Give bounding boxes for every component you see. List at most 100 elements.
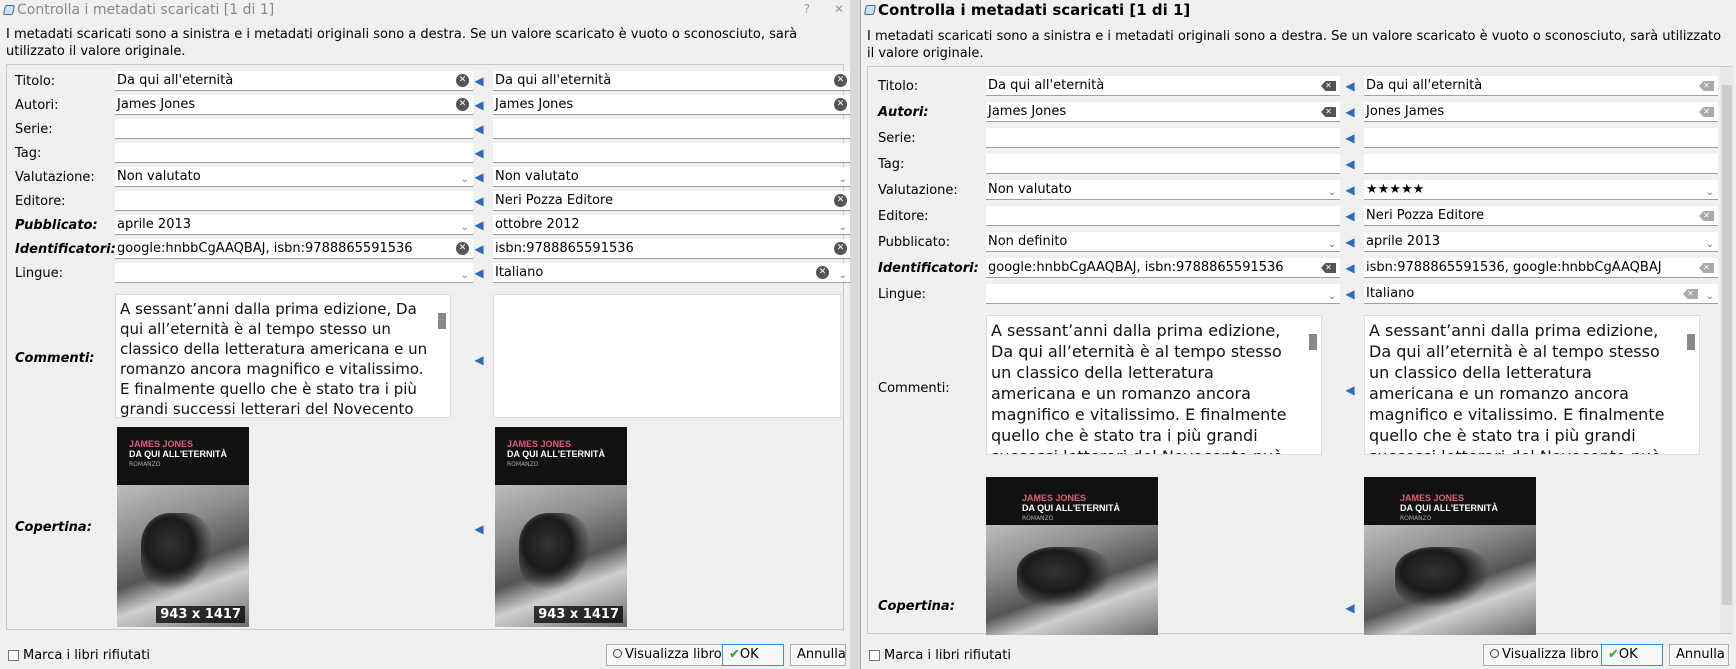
downloaded-series-field[interactable]	[986, 128, 1340, 148]
scrollbar-thumb[interactable]	[438, 313, 446, 329]
downloaded-languages-field[interactable]: ⌄	[115, 263, 473, 283]
clear-icon[interactable]: ✕	[834, 194, 847, 207]
clear-icon[interactable]: ✕	[1321, 81, 1336, 91]
clear-icon[interactable]: ✕	[1699, 211, 1714, 221]
copy-title-arrow-icon[interactable]: ◀	[471, 73, 487, 89]
original-cover[interactable]: JAMES JONES DA QUI ALL'ETERNITÀ ROMANZO …	[495, 427, 627, 627]
mark-rejected-checkbox[interactable]: Marca i libri rifiutati	[8, 648, 150, 663]
original-authors-field[interactable]: James Jones ✕	[493, 95, 850, 115]
close-button[interactable]: ✕	[834, 2, 844, 16]
downloaded-title-field[interactable]: Da qui all'eternità ✕	[115, 71, 473, 91]
original-tags-field[interactable]	[493, 143, 850, 163]
original-published-select[interactable]: ottobre 2012 ⌄	[493, 215, 850, 235]
original-comments-box[interactable]: A sessant’anni dalla prima edizione, Da …	[1364, 315, 1700, 455]
help-button[interactable]: ?	[804, 2, 810, 16]
scrollbar-thumb[interactable]	[1309, 334, 1317, 350]
downloaded-cover[interactable]: JAMES JONES DA QUI ALL'ETERNITÀ ROMANZO	[986, 477, 1158, 635]
original-cover[interactable]: JAMES JONES DA QUI ALL'ETERNITÀ ROMANZO	[1364, 477, 1536, 635]
copy-publisher-arrow-icon[interactable]: ◀	[471, 193, 487, 209]
clear-icon[interactable]: ✕	[456, 74, 469, 87]
clear-icon[interactable]: ✕	[1699, 81, 1714, 91]
original-comments-box[interactable]	[493, 294, 841, 418]
downloaded-comments-box[interactable]: A sessant’anni dalla prima edizione, Da …	[115, 294, 451, 418]
copy-authors-arrow-icon[interactable]: ◀	[471, 97, 487, 113]
original-languages-field[interactable]: Italiano ✕ ⌄	[1364, 284, 1718, 304]
original-rating-select[interactable]: ★★★★★ ⌄	[1364, 180, 1718, 200]
downloaded-tags-field[interactable]	[986, 154, 1340, 174]
copy-rating-arrow-icon[interactable]: ◀	[471, 169, 487, 185]
copy-series-arrow-icon[interactable]: ◀	[1342, 130, 1358, 146]
original-published-select[interactable]: aprile 2013 ⌄	[1364, 232, 1718, 252]
clear-icon[interactable]: ✕	[834, 98, 847, 111]
original-series-field[interactable]	[493, 119, 850, 139]
clear-icon[interactable]: ✕	[834, 242, 847, 255]
original-authors-field[interactable]: Jones James ✕	[1364, 102, 1718, 122]
original-identifiers-field[interactable]: isbn:9788865591536, google:hnbbCgAAQBAJ ✕	[1364, 258, 1718, 278]
clear-icon[interactable]: ✕	[1683, 289, 1698, 299]
copy-rating-arrow-icon[interactable]: ◀	[1342, 182, 1358, 198]
clear-icon[interactable]: ✕	[816, 266, 829, 279]
original-rating-select[interactable]: Non valutato ⌄	[493, 167, 850, 187]
downloaded-identifiers-field[interactable]: google:hnbbCgAAQBAJ, isbn:9788865591536 ✕	[986, 258, 1340, 278]
downloaded-series-field[interactable]	[115, 119, 473, 139]
clear-icon[interactable]: ✕	[1699, 107, 1714, 117]
downloaded-publisher-field[interactable]	[115, 191, 473, 211]
copy-title-arrow-icon[interactable]: ◀	[1342, 78, 1358, 94]
copy-authors-arrow-icon[interactable]: ◀	[1342, 104, 1358, 120]
copy-languages-arrow-icon[interactable]: ◀	[1342, 286, 1358, 302]
description: I metadati scaricati sono a sinistra e i…	[6, 27, 798, 59]
downloaded-cover[interactable]: JAMES JONES DA QUI ALL'ETERNITÀ ROMANZO …	[117, 427, 249, 627]
copy-comments-arrow-icon[interactable]: ◀	[1342, 382, 1358, 398]
copy-languages-arrow-icon[interactable]: ◀	[471, 265, 487, 281]
downloaded-published-select[interactable]: aprile 2013 ⌄	[115, 215, 473, 235]
copy-series-arrow-icon[interactable]: ◀	[471, 121, 487, 137]
copy-published-arrow-icon[interactable]: ◀	[1342, 234, 1358, 250]
original-publisher-field[interactable]: Neri Pozza Editore ✕	[1364, 206, 1718, 226]
downloaded-identifiers-field[interactable]: google:hnbbCgAAQBAJ, isbn:9788865591536 ✕	[115, 239, 473, 259]
original-publisher-field[interactable]: Neri Pozza Editore ✕	[493, 191, 850, 211]
original-identifiers-field[interactable]: isbn:9788865591536 ✕	[493, 239, 850, 259]
original-title-field[interactable]: Da qui all'eternità ✕	[1364, 76, 1718, 96]
checkbox-box[interactable]	[869, 650, 880, 661]
downloaded-rating-select[interactable]: Non valutato ⌄	[986, 180, 1340, 200]
clear-icon[interactable]: ✕	[456, 98, 469, 111]
checkbox-box[interactable]	[8, 650, 19, 661]
ok-button[interactable]: ✔OK	[722, 644, 784, 666]
clear-icon[interactable]: ✕	[834, 74, 847, 87]
downloaded-authors-field[interactable]: James Jones ✕	[115, 95, 473, 115]
panel-scrollbar[interactable]	[1720, 67, 1734, 633]
downloaded-published-select[interactable]: Non definito ⌄	[986, 232, 1340, 252]
copy-cover-arrow-icon[interactable]: ◀	[1342, 600, 1358, 616]
scrollbar-thumb[interactable]	[1722, 85, 1732, 605]
cancel-button[interactable]: Annulla	[790, 644, 846, 666]
original-title-field[interactable]: Da qui all'eternità ✕	[493, 71, 850, 91]
mark-rejected-checkbox[interactable]: Marca i libri rifiutati	[869, 648, 1011, 663]
copy-tags-arrow-icon[interactable]: ◀	[1342, 156, 1358, 172]
copy-cover-arrow-icon[interactable]: ◀	[471, 521, 487, 537]
copy-published-arrow-icon[interactable]: ◀	[471, 217, 487, 233]
copy-tags-arrow-icon[interactable]: ◀	[471, 145, 487, 161]
clear-icon[interactable]: ✕	[1321, 107, 1336, 117]
copy-identifiers-arrow-icon[interactable]: ◀	[471, 241, 487, 257]
downloaded-comments-box[interactable]: A sessant’anni dalla prima edizione, Da …	[986, 315, 1322, 455]
copy-publisher-arrow-icon[interactable]: ◀	[1342, 208, 1358, 224]
downloaded-rating-select[interactable]: Non valutato ⌄	[115, 167, 473, 187]
clear-icon[interactable]: ✕	[1321, 263, 1336, 273]
clear-icon[interactable]: ✕	[1699, 263, 1714, 273]
original-series-field[interactable]	[1364, 128, 1718, 148]
downloaded-publisher-field[interactable]	[986, 206, 1340, 226]
copy-comments-arrow-icon[interactable]: ◀	[471, 352, 487, 368]
cancel-button[interactable]: Annulla	[1669, 644, 1729, 666]
scrollbar-thumb[interactable]	[1687, 334, 1695, 350]
ok-button[interactable]: ✔OK	[1601, 644, 1663, 666]
clear-icon[interactable]: ✕	[456, 242, 469, 255]
downloaded-title-field[interactable]: Da qui all'eternità ✕	[986, 76, 1340, 96]
original-tags-field[interactable]	[1364, 154, 1718, 174]
downloaded-authors-field[interactable]: James Jones ✕	[986, 102, 1340, 122]
downloaded-tags-field[interactable]	[115, 143, 473, 163]
original-languages-field[interactable]: Italiano ✕ ⌄	[493, 263, 850, 283]
downloaded-languages-field[interactable]: ⌄	[986, 284, 1340, 304]
view-book-button[interactable]: Visualizza libro	[606, 644, 729, 666]
view-book-button[interactable]: Visualizza libro	[1483, 644, 1606, 666]
copy-identifiers-arrow-icon[interactable]: ◀	[1342, 260, 1358, 276]
